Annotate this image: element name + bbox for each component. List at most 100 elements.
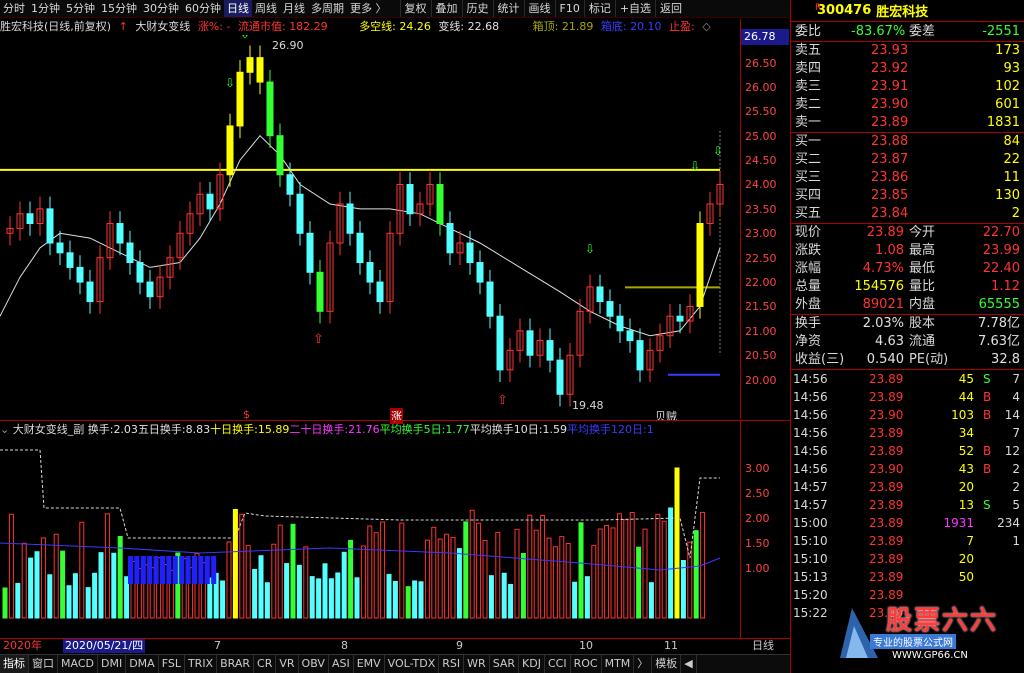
indicator-tab-8[interactable]: CR <box>254 655 277 673</box>
turnover-bar <box>117 535 123 619</box>
indicator-tab-19[interactable]: ROC <box>571 655 602 673</box>
indicator-tab-15[interactable]: WR <box>464 655 490 673</box>
ask-price: 23.92 <box>871 61 909 76</box>
period-tab-5[interactable]: 60分钟 <box>182 0 224 17</box>
sub-indicator-name[interactable]: 大财女变线_副 <box>13 423 85 436</box>
ask-label: 卖二 <box>795 97 822 112</box>
tool-button-8[interactable]: 返回 <box>655 0 686 17</box>
turnover-bar <box>220 580 226 619</box>
indicator-tab-3[interactable]: DMI <box>98 655 127 673</box>
tool-button-5[interactable]: F10 <box>554 0 584 17</box>
candlestick-chart[interactable]: ⇩ ⇩ ⇩ ⇩ ⇩ ⇧ ⇧ <box>0 35 740 420</box>
tool-button-3[interactable]: 统计 <box>492 0 524 17</box>
tool-button-6[interactable]: 标记 <box>583 0 615 17</box>
turnover-bar <box>610 527 616 619</box>
indicator-tab-9[interactable]: VR <box>276 655 299 673</box>
candle-body <box>526 330 534 356</box>
tool-button-4[interactable]: 画线 <box>523 0 555 17</box>
indicator-tab-7[interactable]: BRAR <box>217 655 255 673</box>
bid-price: 23.88 <box>871 134 909 149</box>
stat-value-2: 1.12 <box>991 279 1020 294</box>
tick-volume: 103 <box>951 408 974 422</box>
sell-arrow-icon: ⇩ <box>240 35 250 41</box>
price-tick: 20.50 <box>745 349 777 363</box>
indicator-tab-21[interactable]: 〉 <box>634 655 653 673</box>
price-tick: 24.00 <box>745 178 777 192</box>
period-tab-7[interactable]: 周线 <box>252 0 280 17</box>
box-top-label: 箱顶: <box>532 20 559 33</box>
tick-list[interactable]: 14:56 23.89 45 S 7 14:56 23.89 44 B 4 14:56 23.90 10… <box>791 370 1024 622</box>
turnover-bar <box>226 541 232 619</box>
period-tab-4[interactable]: 30分钟 <box>140 0 182 17</box>
turnover-bar <box>367 525 373 619</box>
indicator-tab-1[interactable]: 窗口 <box>29 655 58 673</box>
tick-price: 23.89 <box>869 372 904 386</box>
tick-row: 14:56 23.89 34 7 <box>791 424 1024 442</box>
volume-band-bar <box>198 556 204 584</box>
date-label-year: 2020年 <box>3 639 42 652</box>
indicator-tab-13[interactable]: VOL-TDX <box>385 655 440 673</box>
indicator-tab-12[interactable]: EMV <box>354 655 385 673</box>
indicator-tab-17[interactable]: KDJ <box>519 655 545 673</box>
indicator-tab-11[interactable]: ASI <box>329 655 354 673</box>
bid-volume: 11 <box>1003 170 1020 185</box>
box-bottom-value: 20.10 <box>630 20 662 33</box>
tick-volume: 20 <box>958 480 974 494</box>
indicator-tab-22[interactable]: 模板 <box>652 655 682 673</box>
stat2-label-2: PE(动) <box>909 352 949 367</box>
period-tab-8[interactable]: 月线 <box>280 0 308 17</box>
indicator-tab-16[interactable]: SAR <box>490 655 520 673</box>
indicator-tab-10[interactable]: OBV <box>299 655 329 673</box>
tick-count: 7 <box>1012 372 1020 386</box>
turnover-bar <box>47 574 53 619</box>
price-tick: 23.00 <box>745 227 777 241</box>
tick-price: 23.90 <box>869 408 904 422</box>
indicator-tab-0[interactable]: 指标 <box>0 655 29 673</box>
candle-body <box>446 223 454 254</box>
bid-volume: 84 <box>1003 134 1020 149</box>
turnover-bar <box>642 528 648 619</box>
turnover-bar <box>207 577 213 619</box>
period-tab-6[interactable]: 日线 <box>224 0 252 17</box>
period-tab-2[interactable]: 5分钟 <box>63 0 98 17</box>
tool-button-7[interactable]: +自选 <box>614 0 655 17</box>
stat2-label: 收益(三) <box>795 352 845 367</box>
period-tab-0[interactable]: 分时 <box>0 0 28 17</box>
turnover-bar <box>450 536 456 619</box>
indicator-tab-23[interactable]: ◀ <box>681 655 697 673</box>
turnover-chart[interactable] <box>0 438 740 638</box>
tool-button-0[interactable]: 复权 <box>399 0 431 17</box>
turnover-bar <box>316 578 322 619</box>
indicator-tab-18[interactable]: CCI <box>545 655 571 673</box>
ask-label: 卖四 <box>795 61 822 76</box>
high-marker: 26.90 <box>272 39 304 52</box>
tool-button-2[interactable]: 历史 <box>461 0 493 17</box>
turnover-bar <box>245 545 251 619</box>
period-tab-10[interactable]: 更多 〉 <box>347 0 390 17</box>
candle-body <box>676 315 684 322</box>
indicator-tab-4[interactable]: DMA <box>126 655 159 673</box>
period-tab-9[interactable]: 多周期 <box>308 0 347 17</box>
tick-count: 7 <box>1012 426 1020 440</box>
turnover-bar <box>360 545 366 619</box>
collapse-icon[interactable]: ⌄ <box>0 423 9 436</box>
indicator-tab-2[interactable]: MACD <box>58 655 98 673</box>
indicator-tab-14[interactable]: RSI <box>439 655 465 673</box>
period-tab-3[interactable]: 15分钟 <box>98 0 140 17</box>
turnover-bar <box>303 546 309 619</box>
indicator-tab-6[interactable]: TRIX <box>185 655 218 673</box>
stat-label-2: 最高 <box>909 243 936 258</box>
tick-side: S <box>983 372 991 386</box>
indicator-tab-5[interactable]: FSL <box>159 655 185 673</box>
period-tab-1[interactable]: 1分钟 <box>28 0 63 17</box>
indicator-name[interactable]: 大财女变线 <box>135 20 190 33</box>
tool-button-1[interactable]: 叠加 <box>430 0 462 17</box>
date-label-8: 8 <box>341 639 348 652</box>
candle-body <box>376 281 384 303</box>
weibi-row: 委比 -83.67% 委差 -2551 <box>791 22 1024 42</box>
stat-value-2: 22.40 <box>982 261 1020 276</box>
turnover-bar <box>648 582 654 619</box>
indicator-tab-20[interactable]: MTM <box>602 655 635 673</box>
bid-row: 买五 23.84 2 <box>791 205 1024 223</box>
candle-body <box>236 71 244 127</box>
